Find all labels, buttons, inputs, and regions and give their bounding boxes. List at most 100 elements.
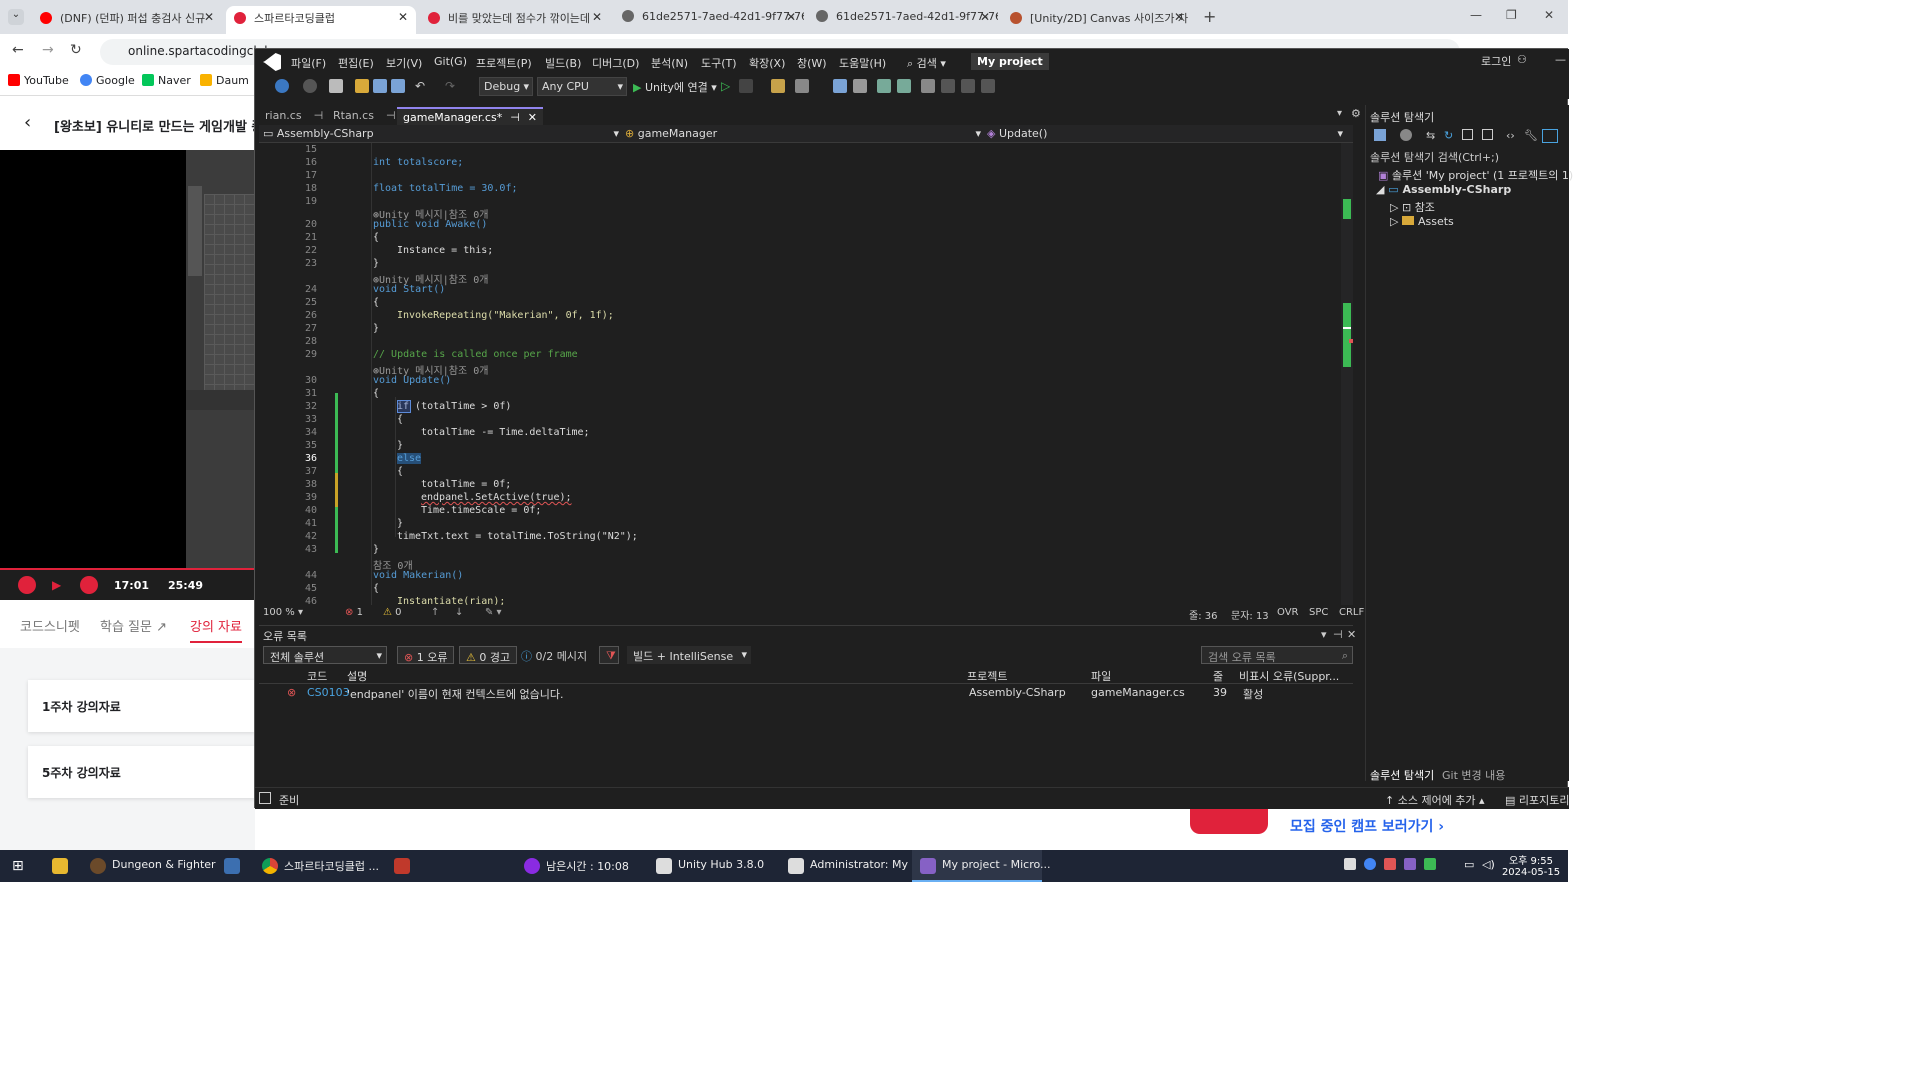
menu-tools[interactable]: 도구(T) bbox=[701, 55, 737, 71]
browser-tab[interactable]: 61de2571-7aed-42d1-9f77-76 ✕ bbox=[808, 6, 998, 34]
clock[interactable]: 오후 9:55 2024-05-15 bbox=[1500, 852, 1562, 878]
bookmark-youtube[interactable]: YouTube bbox=[8, 74, 69, 87]
save-all-icon[interactable] bbox=[391, 79, 405, 93]
col-file[interactable]: 파일 bbox=[1091, 668, 1111, 684]
bookmark-icon[interactable] bbox=[921, 79, 935, 93]
error-search-input[interactable]: 검색 오류 목록 ⌕ bbox=[1201, 646, 1353, 664]
toolbar-tool-icon[interactable] bbox=[771, 79, 785, 93]
tray-icon[interactable] bbox=[1384, 858, 1396, 870]
restore-icon[interactable]: ❐ bbox=[1506, 8, 1517, 22]
toolbar-tool-icon[interactable] bbox=[853, 79, 867, 93]
code-view-icon[interactable]: ‹› bbox=[1506, 129, 1515, 142]
tab-rtan-cs[interactable]: Rtan.cs ⊣ bbox=[327, 107, 402, 125]
vertical-scrollbar[interactable] bbox=[1341, 143, 1353, 605]
config-dropdown[interactable]: Debug ▾ bbox=[479, 77, 533, 96]
taskbar-unity-editor[interactable]: Administrator: My ... bbox=[810, 858, 922, 871]
class-dropdown[interactable]: ⊕ gameManager ▾ bbox=[625, 127, 981, 140]
menu-project[interactable]: 프로젝트(P) bbox=[476, 55, 532, 71]
toolbar-tool-icon[interactable] bbox=[897, 79, 911, 93]
project-node[interactable]: ◢ ▭ Assembly-CSharp bbox=[1376, 183, 1511, 196]
tab-rian-cs[interactable]: rian.cs ⊣ bbox=[259, 107, 329, 125]
close-icon[interactable]: ✕ bbox=[786, 10, 796, 24]
menu-debug[interactable]: 디버그(D) bbox=[592, 55, 639, 71]
tab-git-changes[interactable]: Git 변경 내용 bbox=[1442, 767, 1505, 783]
project-scope-dropdown[interactable]: ▭ Assembly-CSharp ▾ bbox=[263, 127, 619, 140]
col-code[interactable]: 코드 bbox=[307, 668, 327, 684]
col-desc[interactable]: 설명 bbox=[347, 668, 367, 684]
forward-skip-icon[interactable] bbox=[80, 576, 98, 594]
tab-questions[interactable]: 학습 질문 ↗ bbox=[100, 616, 167, 635]
save-icon[interactable] bbox=[373, 79, 387, 93]
home-icon[interactable] bbox=[1374, 129, 1386, 141]
volume-icon[interactable]: ◁) bbox=[1482, 858, 1495, 871]
tray-icon[interactable] bbox=[1364, 858, 1376, 870]
prev-issue-icon[interactable]: ↑ bbox=[431, 607, 439, 618]
new-tab-icon[interactable]: + bbox=[1203, 7, 1216, 26]
pin-icon[interactable]: ⊣ bbox=[386, 109, 396, 122]
nav-forward-icon[interactable] bbox=[303, 79, 317, 93]
dnf-app-icon[interactable] bbox=[90, 858, 106, 874]
platform-dropdown[interactable]: Any CPU ▾ bbox=[537, 77, 627, 96]
unity-icon[interactable] bbox=[788, 858, 804, 874]
camp-banner[interactable]: 모집 중인 캠프 보러가기 › bbox=[1176, 808, 1568, 850]
close-window-icon[interactable]: ✕ bbox=[1544, 8, 1554, 22]
toolbar-tool-icon[interactable] bbox=[833, 79, 847, 93]
filter-icon[interactable]: ⧩ bbox=[599, 646, 619, 664]
cleanup-icon[interactable]: ✎ ▾ bbox=[485, 607, 502, 618]
close-icon[interactable]: ✕ bbox=[1174, 10, 1184, 24]
bookmark-daum[interactable]: Daum bbox=[200, 74, 249, 87]
timer-app-icon[interactable] bbox=[524, 858, 540, 874]
close-icon[interactable]: ✕ bbox=[592, 10, 602, 24]
materials-week5[interactable]: 5주차 강의자료 bbox=[28, 746, 255, 798]
menu-edit[interactable]: 편집(E) bbox=[338, 55, 374, 71]
menu-extensions[interactable]: 확장(X) bbox=[749, 55, 785, 71]
toolbar-tool-icon[interactable] bbox=[795, 79, 809, 93]
browser-tab[interactable]: 스파르타코딩클럽 ✕ bbox=[226, 6, 416, 34]
select-repo[interactable]: ▤ 리포지토리 bbox=[1505, 792, 1570, 808]
tab-gamemanager-cs[interactable]: gameManager.cs* ⊣ ✕ bbox=[397, 107, 544, 125]
wrench-icon[interactable]: 🔧︎ bbox=[1524, 129, 1538, 142]
tab-solution-explorer[interactable]: 솔루션 탐색기 bbox=[1370, 767, 1434, 783]
video-player[interactable] bbox=[0, 150, 255, 568]
close-icon[interactable]: ✕ bbox=[1347, 628, 1356, 641]
nav-back-icon[interactable] bbox=[275, 79, 289, 93]
forward-icon[interactable]: → bbox=[42, 42, 54, 58]
solution-search-input[interactable]: 솔루션 탐색기 검색(Ctrl+;) bbox=[1370, 149, 1566, 165]
error-count[interactable]: ⊗ 1 bbox=[345, 607, 363, 618]
tab-list-icon[interactable]: ▾ bbox=[1337, 108, 1342, 119]
collapse-icon[interactable] bbox=[1462, 129, 1473, 140]
code-editor[interactable]: 15 16 17 18 19 20 21 22 23 24 25 26 27 28 29 30 31 32 33 34… bbox=[259, 143, 1353, 605]
col-suppression[interactable]: 비표시 오류(Suppr... bbox=[1239, 668, 1339, 684]
col-project[interactable]: 프로젝트 bbox=[967, 668, 1007, 684]
rewind-icon[interactable] bbox=[18, 576, 36, 594]
warning-count[interactable]: ⚠ 0 bbox=[383, 607, 402, 618]
taskbar-unity-hub[interactable]: Unity Hub 3.8.0 bbox=[678, 858, 764, 871]
assets-node[interactable]: ▷ Assets bbox=[1390, 215, 1454, 228]
zoom-dropdown[interactable]: 100 % ▾ bbox=[263, 607, 303, 618]
redo-icon[interactable]: ↷ bbox=[445, 79, 459, 93]
next-issue-icon[interactable]: ↓ bbox=[455, 607, 463, 618]
tray-icon[interactable] bbox=[1404, 858, 1416, 870]
open-file-icon[interactable] bbox=[355, 79, 369, 93]
status-ovr[interactable]: OVR bbox=[1277, 607, 1298, 618]
tray-icon[interactable] bbox=[1344, 858, 1356, 870]
minimize-icon[interactable]: — bbox=[1555, 53, 1566, 66]
add-source-control[interactable]: ↑ 소스 제어에 추가 ▴ bbox=[1385, 792, 1485, 808]
tray-icon[interactable] bbox=[1424, 858, 1436, 870]
toolbar-tool-icon[interactable] bbox=[877, 79, 891, 93]
status-crlf[interactable]: CRLF bbox=[1339, 607, 1364, 618]
menu-window[interactable]: 창(W) bbox=[797, 55, 827, 71]
account-icon[interactable]: ⚇ bbox=[1517, 53, 1527, 66]
pin-icon[interactable]: ⊣ bbox=[314, 109, 324, 122]
bookmark-icon[interactable] bbox=[981, 79, 995, 93]
menu-analyze[interactable]: 분석(N) bbox=[651, 55, 688, 71]
run-without-debug-icon[interactable]: ▷ bbox=[721, 79, 735, 93]
app-icon[interactable] bbox=[224, 858, 240, 874]
taskbar-dnf[interactable]: Dungeon & Fighter bbox=[112, 858, 216, 871]
menu-help[interactable]: 도움말(H) bbox=[839, 55, 886, 71]
play-icon[interactable]: ▶ bbox=[52, 578, 61, 592]
hot-reload-icon[interactable] bbox=[739, 79, 753, 93]
minimize-icon[interactable]: — bbox=[1470, 8, 1482, 22]
reload-icon[interactable]: ↻ bbox=[70, 42, 82, 58]
error-row[interactable]: ⊗ CS0103 'endpanel' 이름이 현재 컨텍스트에 없습니다. A… bbox=[259, 686, 1353, 702]
